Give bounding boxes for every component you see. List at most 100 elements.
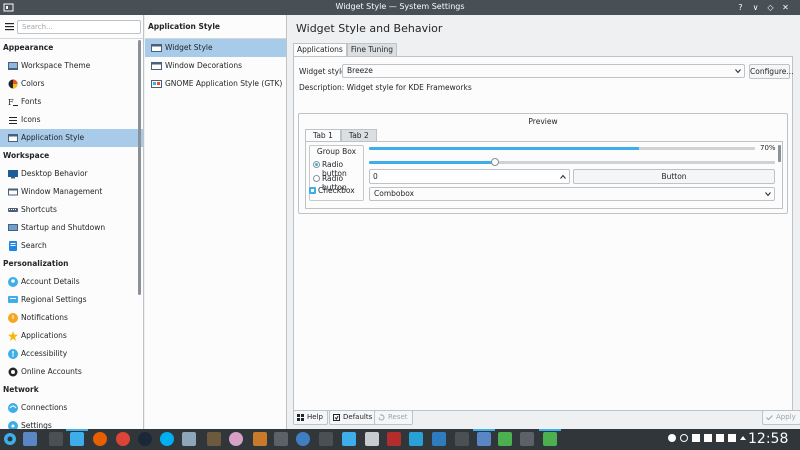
preview-slider[interactable] [369,158,775,166]
defaults-label: Defaults [343,413,373,421]
sidebar-item-online-accounts[interactable]: Online Accounts [0,363,143,381]
skype-icon[interactable] [160,432,174,446]
minimize-button[interactable]: ∨ [750,2,761,13]
desktop-pager-icon[interactable] [23,432,37,446]
preview-tab-2[interactable]: Tab 2 [340,129,377,141]
chevron-up-icon[interactable] [739,434,747,442]
sidebar-item-desktop-behavior[interactable]: Desktop Behavior [0,165,143,183]
sidebar-item-search[interactable]: Search [0,237,143,255]
subnav-item-window-decorations[interactable]: Window Decorations [145,57,286,75]
preview-progress-bar [369,147,755,150]
sidebar-item-label: Application Style [21,133,85,142]
hamburger-menu-icon[interactable] [5,22,14,31]
battery-icon[interactable] [716,434,724,442]
slider-handle[interactable] [490,158,499,166]
sidebar-item-window-management[interactable]: Window Management [0,183,143,201]
calculator-icon[interactable] [455,432,469,446]
preview-scrollbar[interactable] [778,145,781,162]
clipboard-icon[interactable] [692,434,700,442]
xterm-icon[interactable] [49,432,63,446]
radio-unchecked-indicator [313,175,320,182]
tab-fine-tuning[interactable]: Fine Tuning [346,43,397,56]
chevron-up-icon[interactable] [560,174,566,180]
sidebar-item-connections[interactable]: Connections [0,399,143,417]
image-viewer-icon[interactable] [409,432,423,446]
preview-checkbox[interactable]: Checkbox [309,186,364,196]
search-input[interactable] [18,21,140,33]
sidebar-scrollbar[interactable] [138,40,141,295]
reset-icon [378,414,385,421]
editor-icon[interactable] [387,432,401,446]
help-label: Help [307,413,323,421]
console-icon[interactable] [319,432,333,446]
subnav-item-widget-style[interactable]: Widget Style [145,39,286,57]
android-icon[interactable] [543,432,557,446]
wifi-icon[interactable] [680,434,688,442]
chevron-down-icon [735,69,741,74]
preview-tab-1[interactable]: Tab 1 [305,129,341,141]
account-details-icon [8,277,18,287]
sidebar-item-applications[interactable]: Applications [0,327,143,345]
workspace-theme-icon [8,62,18,70]
clock[interactable]: 12:58 [748,431,788,447]
sidebar-item-label: Shortcuts [21,205,57,214]
subnav-item-gtk-style[interactable]: GNOME Application Style (GTK) [145,75,286,93]
fonts-icon: F [8,98,18,107]
game-icon[interactable] [207,432,221,446]
kolourpaint-icon[interactable] [432,432,446,446]
preview-button[interactable]: Button [573,169,775,184]
monitor-icon[interactable] [498,432,512,446]
configure-button[interactable]: Configure... [749,64,794,79]
application-launcher-icon[interactable] [3,432,17,446]
system-settings-task-icon[interactable] [477,432,491,446]
sidebar-item-application-style[interactable]: Application Style [0,129,143,147]
sidebar-item-startup-shutdown[interactable]: Startup and Shutdown [0,219,143,237]
inkscape-icon[interactable] [253,432,267,446]
maximize-button[interactable]: ◇ [765,2,776,13]
sidebar-item-shortcuts[interactable]: Shortcuts [0,201,143,219]
sidebar-item-colors[interactable]: Colors [0,75,143,93]
active-task-indicator [539,429,561,431]
sidebar-item-notifications[interactable]: Notifications [0,309,143,327]
writer-icon[interactable] [342,432,356,446]
lock-icon[interactable] [704,434,712,442]
terminal-icon[interactable] [520,432,534,446]
gtk-style-icon [151,80,162,88]
apply-button[interactable]: Apply [762,410,800,425]
media-icon[interactable] [229,432,243,446]
firefox-icon[interactable] [93,432,107,446]
sidebar-item-icons[interactable]: Icons [0,111,143,129]
sidebar-item-label: Search [21,241,47,250]
steam-icon[interactable] [138,432,152,446]
widget-style-value: Breeze [347,66,373,75]
preview-combobox[interactable]: Combobox [369,187,775,201]
volume-icon[interactable] [728,434,736,442]
help-window-button[interactable]: ? [735,2,746,13]
sidebar-item-account-details[interactable]: Account Details [0,273,143,291]
preview-spinbox[interactable]: 0 [369,169,570,184]
chrome-icon[interactable] [116,432,130,446]
sidebar-item-label: Fonts [21,97,42,106]
search-field[interactable] [17,20,141,34]
close-button[interactable]: ✕ [780,2,791,13]
tab-applications[interactable]: Applications [293,43,347,56]
search-icon [9,241,17,251]
text-editor-icon[interactable] [365,432,379,446]
help-button[interactable]: Help [293,410,328,425]
sidebar-item-fonts[interactable]: F Fonts [0,93,143,111]
active-task-indicator [66,429,88,431]
checkbox-checked-indicator [309,187,316,194]
widget-style-select[interactable]: Breeze [342,64,745,78]
online-accounts-icon [8,367,18,377]
activities-icon[interactable] [668,434,676,442]
defaults-button[interactable]: Defaults [329,410,378,425]
combobox-label: Combobox [374,189,415,198]
sidebar-item-accessibility[interactable]: Accessibility [0,345,143,363]
file-manager-icon[interactable] [70,432,84,446]
browser-icon[interactable] [296,432,310,446]
tool-icon[interactable] [274,432,288,446]
sidebar-item-regional-settings[interactable]: Regional Settings [0,291,143,309]
document-icon[interactable] [182,432,196,446]
reset-button[interactable]: Reset [374,410,413,425]
sidebar-item-workspace-theme[interactable]: Workspace Theme [0,57,143,75]
